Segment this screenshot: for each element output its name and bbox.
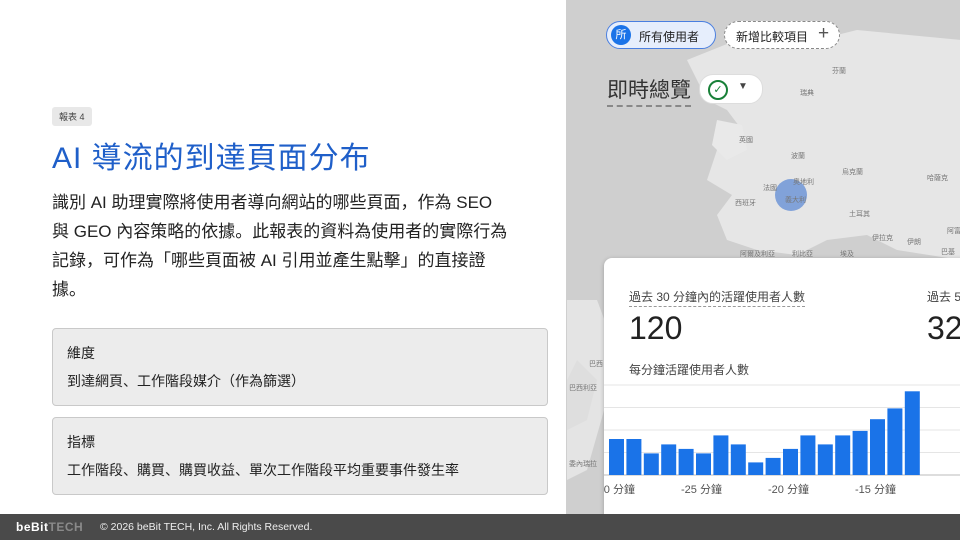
metrics-value: 工作階段、購買、購買收益、單次工作階段平均重要事件發生率 xyxy=(67,462,459,478)
chart-bar[interactable] xyxy=(609,439,624,475)
avatar: 所 xyxy=(611,25,631,45)
all-users-label: 所有使用者 xyxy=(639,30,700,44)
map-label: 伊朗 xyxy=(907,237,921,246)
map-label: 瑞典 xyxy=(800,88,814,97)
report-status-dropdown[interactable]: ✓ ▼ xyxy=(699,74,763,104)
add-comparison-label: 新增比較項目 xyxy=(736,30,809,44)
per-minute-bar-chart: -30 分鐘 -25 分鐘 -20 分鐘 -15 分鐘 xyxy=(604,384,960,496)
map-label: 埃及 xyxy=(840,249,854,258)
chart-bar[interactable] xyxy=(661,444,677,475)
chevron-down-icon: ▼ xyxy=(738,81,748,92)
map-label: 利比亞 xyxy=(792,249,813,258)
map-label: 伊拉克 xyxy=(872,233,893,242)
all-users-chip[interactable]: 所 所有使用者 xyxy=(606,21,716,49)
x-tick-label: -25 分鐘 xyxy=(681,482,722,496)
map-label: 委內瑞拉 xyxy=(569,459,597,468)
copyright-text: © 2026 beBit TECH, Inc. All Rights Reser… xyxy=(100,521,313,533)
footer: beBitTECH © 2026 beBit TECH, Inc. All Ri… xyxy=(0,514,960,540)
slide-description: 識別 AI 助理實際將使用者導向網站的哪些頁面，作為 SEO 與 GEO 內容策… xyxy=(52,193,508,299)
chart-bar[interactable] xyxy=(817,444,833,475)
chart-bar[interactable] xyxy=(748,462,764,475)
chart-bar[interactable] xyxy=(835,435,851,475)
map-label: 芬蘭 xyxy=(832,66,846,75)
chart-bar[interactable] xyxy=(852,430,868,475)
chart-bar[interactable] xyxy=(783,448,798,475)
chart-bar[interactable] xyxy=(643,453,659,475)
chart-bar[interactable] xyxy=(730,444,746,475)
map-label: 哈薩克 xyxy=(927,173,948,182)
chart-bar[interactable] xyxy=(713,435,729,475)
chart-bar[interactable] xyxy=(626,439,642,475)
analytics-screenshot: 芬蘭 瑞典 英國 波蘭 烏克蘭 法國 奧地利 西班牙 義大利 土耳其 哈薩克 伊… xyxy=(566,0,960,514)
realtime-overview-title: 即時總覽 xyxy=(607,74,691,107)
map-label: 波蘭 xyxy=(791,151,805,160)
logo-main: beBit xyxy=(16,520,49,534)
add-comparison-button[interactable]: 新增比較項目 + xyxy=(724,21,840,49)
plus-icon: + xyxy=(818,23,830,44)
x-tick-label: -30 分鐘 xyxy=(604,482,635,496)
dimensions-value: 到達網頁、工作階段媒介（作為篩選） xyxy=(67,373,305,389)
chart-bar[interactable] xyxy=(887,408,903,475)
report-tag: 報表 4 xyxy=(52,107,92,126)
chart-bar[interactable] xyxy=(696,453,711,475)
map-label: 巴西利亞 xyxy=(569,383,597,392)
map-label: 法國 xyxy=(763,183,777,192)
slide: 報表 4 AI 導流的到達頁面分布 識別 AI 助理實際將使用者導向網站的哪些頁… xyxy=(0,0,960,540)
slide-title: AI 導流的到達頁面分布 xyxy=(52,142,371,175)
map-label: 義大利 xyxy=(785,195,806,204)
chart-bar[interactable] xyxy=(765,457,781,475)
dimensions-box: 維度 到達網頁、工作階段媒介（作為篩選） xyxy=(52,328,548,406)
map-label: 巴西 xyxy=(589,360,603,368)
chart-bar[interactable] xyxy=(800,435,816,475)
map-label: 烏克蘭 xyxy=(842,167,863,176)
chart-bar[interactable] xyxy=(870,419,885,475)
chart-bar[interactable] xyxy=(904,391,920,475)
map-label: 奧地利 xyxy=(793,177,814,186)
logo-accent: TECH xyxy=(48,520,84,534)
map-label: 巴基 xyxy=(941,247,955,256)
chart-bar[interactable] xyxy=(678,448,694,475)
map-label: 英國 xyxy=(739,135,753,144)
x-tick-label: -20 分鐘 xyxy=(768,482,809,496)
realtime-card: 過去 30 分鐘內的活躍使用者人數 120 過去 5 32 每分鐘活躍使用者人數… xyxy=(604,258,960,514)
bebit-tech-logo: beBitTECH xyxy=(16,520,83,534)
x-tick-label: -15 分鐘 xyxy=(855,482,896,496)
map-label: 土耳其 xyxy=(849,209,870,218)
metrics-label: 指標 xyxy=(67,434,95,450)
map-label: 西班牙 xyxy=(735,198,756,207)
dimensions-label: 維度 xyxy=(67,345,95,361)
metrics-box: 指標 工作階段、購買、購買收益、單次工作階段平均重要事件發生率 xyxy=(52,417,548,495)
map-label: 阿富 xyxy=(947,226,960,235)
check-circle-icon: ✓ xyxy=(708,80,728,100)
map-label: 阿爾及利亞 xyxy=(740,249,775,258)
